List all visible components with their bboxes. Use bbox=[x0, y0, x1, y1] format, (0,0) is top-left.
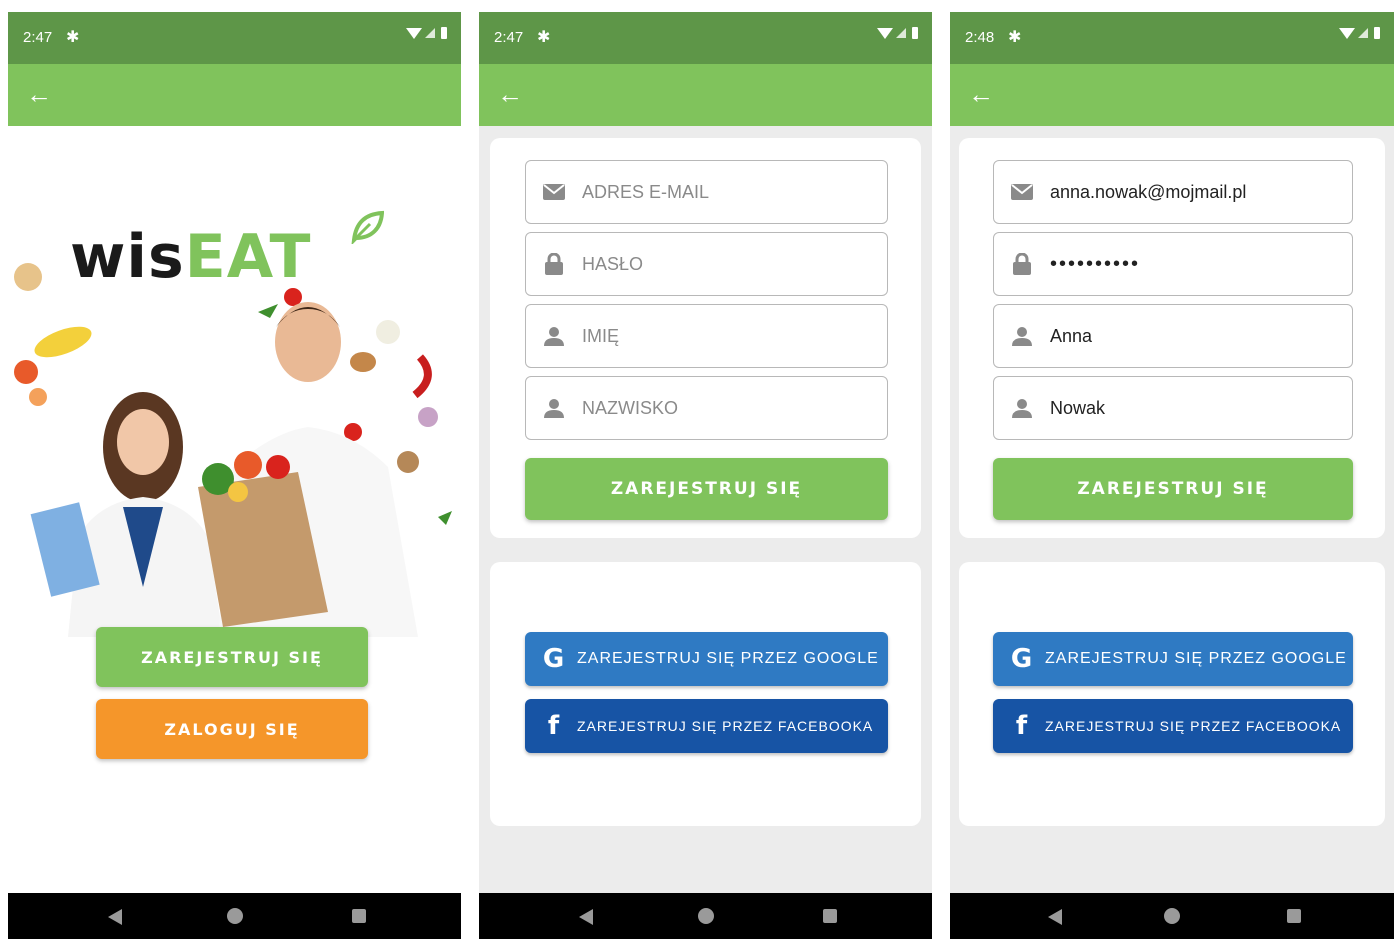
facebook-register-label: ZAREJESTRUJ SIĘ PRZEZ FACEBOOKA bbox=[577, 718, 874, 734]
wifi-icon bbox=[1339, 27, 1355, 39]
app-bar: ← bbox=[479, 64, 932, 126]
email-input[interactable] bbox=[1048, 180, 1352, 204]
firstname-input[interactable] bbox=[580, 324, 887, 348]
app-bar: ← bbox=[950, 64, 1394, 126]
nav-home-icon[interactable] bbox=[697, 908, 714, 924]
arrow-left-icon[interactable]: ← bbox=[968, 80, 996, 108]
google-icon: G bbox=[542, 644, 566, 674]
registration-form-card: ZAREJESTRUJ SIĘ bbox=[490, 138, 921, 538]
social-register-card: G ZAREJESTRUJ SIĘ PRZEZ GOOGLE f ZAREJES… bbox=[959, 562, 1385, 826]
app-bar: ← bbox=[8, 64, 461, 126]
password-input[interactable] bbox=[580, 252, 887, 276]
person-icon bbox=[1010, 396, 1034, 420]
facebook-register-button[interactable]: f ZAREJESTRUJ SIĘ PRZEZ FACEBOOKA bbox=[525, 699, 888, 753]
lastname-input[interactable] bbox=[580, 396, 887, 420]
nav-recents-icon[interactable] bbox=[352, 909, 367, 923]
arrow-left-icon[interactable]: ← bbox=[497, 80, 525, 108]
register-screen-empty: 2:47 ✱ ← ADRES E-MAIL HASŁO IMIĘ NAZWISK… bbox=[479, 12, 932, 939]
battery-icon bbox=[1374, 27, 1380, 39]
nav-back-icon[interactable] bbox=[1047, 909, 1062, 925]
signal-icons bbox=[877, 27, 918, 39]
status-time: 2:47 bbox=[494, 29, 524, 46]
cellular-icon bbox=[896, 28, 906, 38]
lock-icon bbox=[542, 252, 566, 276]
welcome-screen: 2:47 ✱ ← wisEAT ZAREJESTRUJ SIĘ ZALOGUJ … bbox=[8, 12, 461, 939]
person-icon bbox=[1010, 324, 1034, 348]
nav-back-icon[interactable] bbox=[578, 909, 593, 925]
google-register-button[interactable]: G ZAREJESTRUJ SIĘ PRZEZ GOOGLE bbox=[993, 632, 1353, 686]
leaf-icon bbox=[351, 210, 384, 244]
battery-icon bbox=[912, 27, 918, 39]
system-nav-bar bbox=[8, 893, 461, 939]
lastname-field[interactable] bbox=[525, 376, 888, 440]
wifi-icon bbox=[406, 27, 422, 39]
nav-home-icon[interactable] bbox=[226, 908, 243, 924]
register-submit-button[interactable]: ZAREJESTRUJ SIĘ bbox=[525, 458, 888, 520]
nav-recents-icon[interactable] bbox=[823, 909, 838, 923]
status-time: 2:47 bbox=[23, 29, 53, 46]
battery-icon bbox=[441, 27, 447, 39]
firstname-field[interactable] bbox=[993, 304, 1353, 368]
gear-icon: ✱ bbox=[537, 29, 551, 46]
envelope-icon bbox=[542, 180, 566, 204]
firstname-field[interactable] bbox=[525, 304, 888, 368]
email-input[interactable] bbox=[580, 180, 887, 204]
facebook-register-button[interactable]: f ZAREJESTRUJ SIĘ PRZEZ FACEBOOKA bbox=[993, 699, 1353, 753]
hero-illustration bbox=[14, 263, 452, 637]
facebook-icon: f bbox=[547, 711, 561, 741]
gear-icon: ✱ bbox=[66, 29, 80, 46]
google-icon: G bbox=[1010, 644, 1034, 674]
cellular-icon bbox=[425, 28, 435, 38]
signal-icons bbox=[406, 27, 447, 39]
nav-back-icon[interactable] bbox=[107, 909, 122, 925]
status-time: 2:48 bbox=[965, 29, 995, 46]
password-field[interactable] bbox=[525, 232, 888, 296]
gear-icon: ✱ bbox=[1008, 29, 1022, 46]
lastname-input[interactable] bbox=[1048, 396, 1352, 420]
system-nav-bar bbox=[479, 893, 932, 939]
password-input[interactable] bbox=[1048, 251, 1352, 277]
email-field[interactable] bbox=[993, 160, 1353, 224]
facebook-register-label: ZAREJESTRUJ SIĘ PRZEZ FACEBOOKA bbox=[1045, 718, 1342, 734]
register-button[interactable]: ZAREJESTRUJ SIĘ bbox=[96, 627, 368, 687]
lastname-field[interactable] bbox=[993, 376, 1353, 440]
social-register-card: G ZAREJESTRUJ SIĘ PRZEZ GOOGLE f ZAREJES… bbox=[490, 562, 921, 826]
person-icon bbox=[542, 324, 566, 348]
register-submit-button[interactable]: ZAREJESTRUJ SIĘ bbox=[993, 458, 1353, 520]
facebook-icon: f bbox=[1015, 711, 1029, 741]
status-bar: 2:47 ✱ bbox=[479, 12, 932, 64]
cellular-icon bbox=[1358, 28, 1368, 38]
status-bar: 2:47 ✱ bbox=[8, 12, 461, 64]
firstname-input[interactable] bbox=[1048, 324, 1352, 348]
password-field[interactable] bbox=[993, 232, 1353, 296]
envelope-icon bbox=[1010, 180, 1034, 204]
register-screen-filled: 2:48 ✱ ← anna.nowak@mojmail.pl •••••••••… bbox=[950, 12, 1394, 939]
google-register-label: ZAREJESTRUJ SIĘ PRZEZ GOOGLE bbox=[577, 650, 879, 667]
arrow-left-icon[interactable]: ← bbox=[26, 80, 54, 108]
nav-home-icon[interactable] bbox=[1164, 908, 1180, 924]
wifi-icon bbox=[877, 27, 893, 39]
google-register-label: ZAREJESTRUJ SIĘ PRZEZ GOOGLE bbox=[1045, 650, 1347, 667]
login-button[interactable]: ZALOGUJ SIĘ bbox=[96, 699, 368, 759]
system-nav-bar bbox=[950, 893, 1394, 939]
nav-recents-icon[interactable] bbox=[1287, 909, 1302, 923]
email-field[interactable] bbox=[525, 160, 888, 224]
status-bar: 2:48 ✱ bbox=[950, 12, 1394, 64]
signal-icons bbox=[1339, 27, 1380, 39]
lock-icon bbox=[1010, 252, 1034, 276]
google-register-button[interactable]: G ZAREJESTRUJ SIĘ PRZEZ GOOGLE bbox=[525, 632, 888, 686]
person-icon bbox=[542, 396, 566, 420]
registration-form-card: ZAREJESTRUJ SIĘ bbox=[959, 138, 1385, 538]
